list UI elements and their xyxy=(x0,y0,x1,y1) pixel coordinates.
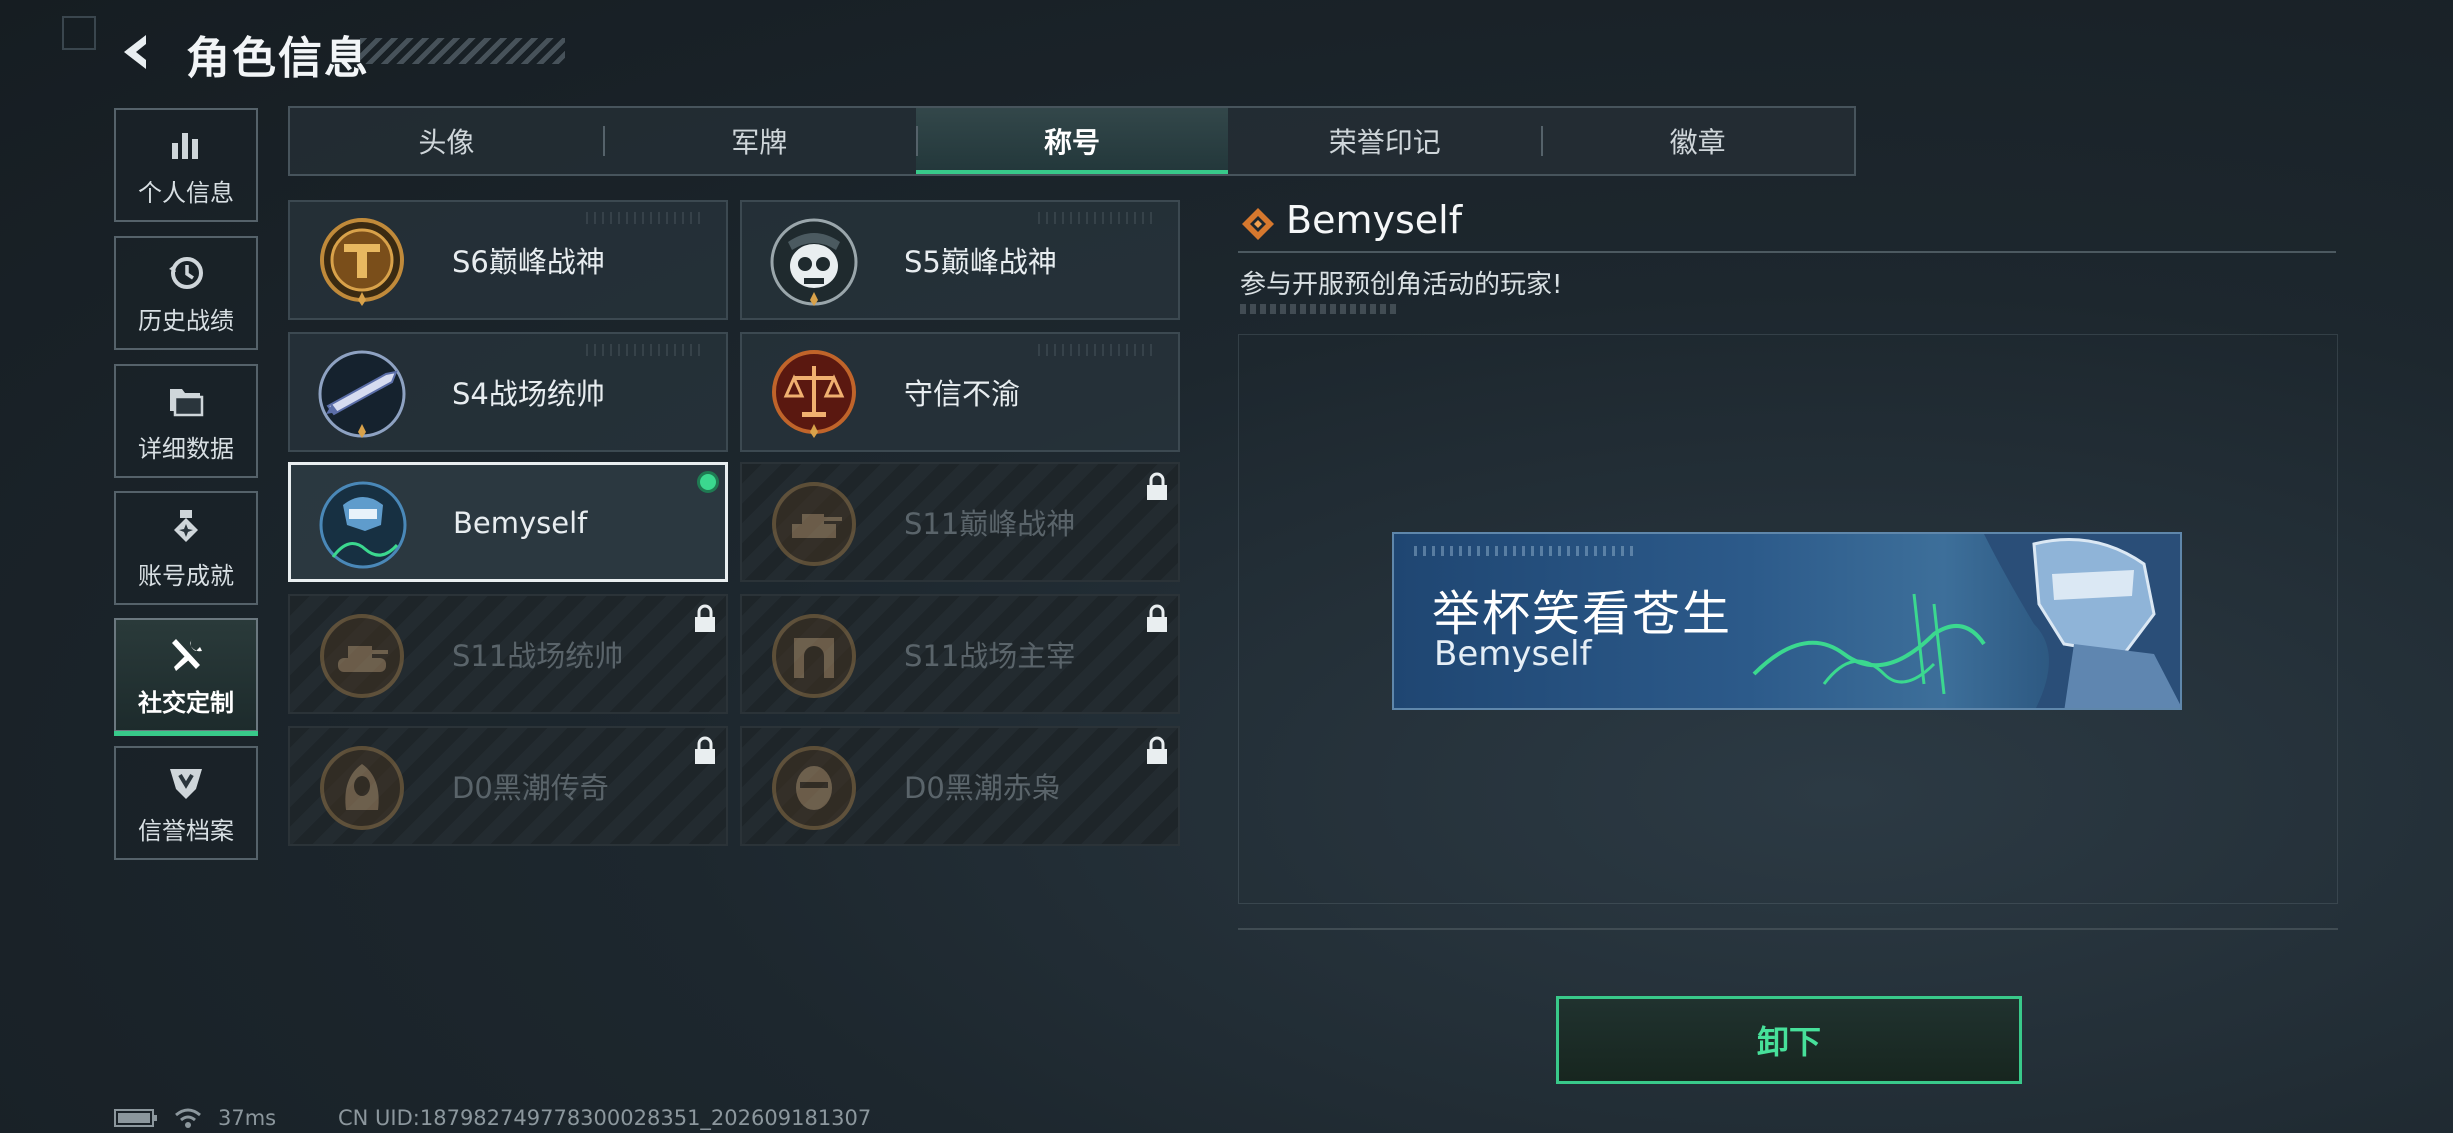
lock-icon xyxy=(1147,604,1167,632)
lock-icon xyxy=(1147,472,1167,500)
card-decoration xyxy=(1038,344,1158,356)
soldier-signature-art-icon xyxy=(1752,534,2180,708)
title-diamond-icon xyxy=(1242,208,1274,240)
title-card-locked[interactable]: S11巅峰战神 xyxy=(740,462,1180,582)
detail-decoration xyxy=(1240,304,1398,314)
tab-honor-mark[interactable]: 荣誉印记 xyxy=(1228,108,1541,174)
title-card-locked[interactable]: D0黑潮赤枭 xyxy=(740,726,1180,846)
back-arrow-icon xyxy=(124,35,146,69)
detail-divider xyxy=(1238,251,2336,253)
page-title: 角色信息 xyxy=(186,33,370,84)
lock-icon xyxy=(695,736,715,764)
unequip-button[interactable]: 卸下 xyxy=(1556,996,2022,1084)
tab-bar: 头像 军牌 称号 荣誉印记 徽章 xyxy=(288,106,1856,176)
detail-description: 参与开服预创角活动的玩家! xyxy=(1240,270,1563,300)
title-card[interactable]: S6巅峰战神 xyxy=(288,200,728,320)
tank-emblem-icon xyxy=(772,482,856,566)
sidebar-item-credit-record[interactable]: 信誉档案 xyxy=(114,746,258,860)
title-card-locked[interactable]: D0黑潮传奇 xyxy=(288,726,728,846)
status-bar: 37ms xyxy=(114,1106,276,1130)
sidebar-item-label: 信誉档案 xyxy=(138,816,234,845)
folder-icon xyxy=(164,379,208,423)
title-name: 守信不渝 xyxy=(904,377,1021,411)
clock-history-icon xyxy=(164,251,208,295)
title-name: D0黑潮赤枭 xyxy=(904,771,1061,805)
sidebar-item-detailed-data[interactable]: 详细数据 xyxy=(114,364,258,478)
wifi-icon xyxy=(175,1108,201,1128)
bar-chart-icon xyxy=(164,123,208,167)
ping-text: 37ms xyxy=(218,1106,277,1130)
title-card-locked[interactable]: S11战场统帅 xyxy=(288,594,728,714)
sidebar-item-match-history[interactable]: 历史战绩 xyxy=(114,236,258,350)
title-card-selected[interactable]: Bemyself xyxy=(288,462,728,582)
sidebar-item-social-custom[interactable]: 社交定制 xyxy=(114,618,258,736)
sidebar-item-label: 个人信息 xyxy=(138,178,234,207)
tools-icon xyxy=(164,633,208,677)
title-card[interactable]: 守信不渝 xyxy=(740,332,1180,452)
sidebar-item-personal-info[interactable]: 个人信息 xyxy=(114,108,258,222)
skull-emblem-icon xyxy=(770,218,858,306)
preview-divider xyxy=(1238,928,2338,930)
title-name: S11战场统帅 xyxy=(452,639,624,673)
title-name: S4战场统帅 xyxy=(452,377,605,411)
title-name: S11战场主宰 xyxy=(904,639,1076,673)
title-name: S11巅峰战神 xyxy=(904,507,1076,541)
title-name: D0黑潮传奇 xyxy=(452,771,609,805)
banner-decoration xyxy=(1414,546,1634,556)
title-decoration xyxy=(360,38,565,64)
title-card[interactable]: S4战场统帅 xyxy=(288,332,728,452)
title-name: S6巅峰战神 xyxy=(452,245,605,279)
sidebar-item-label: 社交定制 xyxy=(138,688,234,717)
missile-emblem-icon xyxy=(318,350,406,438)
sidebar-item-label: 详细数据 xyxy=(138,434,234,463)
title-card-locked[interactable]: S11战场主宰 xyxy=(740,594,1180,714)
tab-dog-tag[interactable]: 军牌 xyxy=(602,108,916,174)
masked-face-emblem-icon xyxy=(772,746,856,830)
gold-t-emblem-icon xyxy=(320,218,404,306)
lock-icon xyxy=(695,604,715,632)
banner-subtitle: Bemyself xyxy=(1434,634,1592,674)
detail-title-name: Bemyself xyxy=(1286,198,1463,242)
tab-badge[interactable]: 徽章 xyxy=(1541,108,1854,174)
scales-emblem-icon xyxy=(772,350,856,438)
sidebar-item-label: 账号成就 xyxy=(138,561,234,590)
equipped-indicator xyxy=(697,471,719,493)
lock-icon xyxy=(1147,736,1167,764)
arch-emblem-icon xyxy=(772,614,856,698)
title-banner-preview: 举杯笑看苍生 Bemyself xyxy=(1392,532,2182,710)
title-name: S5巅峰战神 xyxy=(904,245,1057,279)
battery-icon xyxy=(114,1109,157,1127)
title-card[interactable]: S5巅峰战神 xyxy=(740,200,1180,320)
hooded-figure-emblem-icon xyxy=(320,746,404,830)
tank-emblem-icon xyxy=(320,614,404,698)
credit-shield-icon xyxy=(164,761,208,805)
back-button[interactable] xyxy=(112,28,162,76)
sidebar-item-achievements[interactable]: 账号成就 xyxy=(114,491,258,605)
tab-title[interactable]: 称号 xyxy=(915,108,1229,174)
uid-text: CN UID:18798274977830002835​1_2026091813… xyxy=(338,1106,872,1130)
sidebar-item-label: 历史战绩 xyxy=(138,306,234,335)
soldier-signature-emblem-icon xyxy=(319,481,407,569)
tab-avatar[interactable]: 头像 xyxy=(290,108,603,174)
title-name: Bemyself xyxy=(453,506,588,540)
medal-icon xyxy=(164,506,208,550)
corner-frame xyxy=(62,16,96,50)
